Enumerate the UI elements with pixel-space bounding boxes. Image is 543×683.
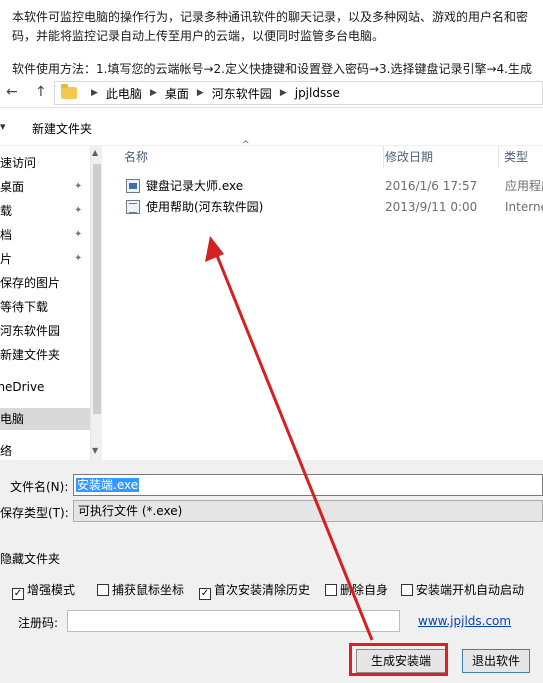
nav-list: 快速访问 桌面 ✦ 下载 ✦ 文档 ✦ 图片 ✦ 保存的图片 等待下载 河东软件园 新建… bbox=[0, 146, 90, 460]
filename-area: 文件名(N): 安装端.exe 保存类型(T): 可执行文件 (*.exe) 隐… bbox=[0, 460, 543, 578]
folder-icon bbox=[61, 84, 77, 99]
column-header-date[interactable]: 修改日期 bbox=[385, 146, 499, 168]
sidebar-item-label: 河东软件园 bbox=[0, 324, 61, 338]
address-bar: ← ↑ ▶ 此电脑 ▶ 桌面 ▶ 河东软件园 ▶ jpjldsse bbox=[0, 78, 543, 108]
checkbox-label: 删除自身 bbox=[340, 583, 389, 597]
exe-file-icon bbox=[126, 179, 140, 193]
scroll-down-icon[interactable]: ▼ bbox=[92, 446, 98, 455]
sidebar-item-this-pc[interactable]: 此电脑 bbox=[0, 408, 90, 430]
chevron-down-icon[interactable]: ▾ bbox=[0, 120, 6, 133]
filetype-select[interactable]: 可执行文件 (*.exe) bbox=[73, 500, 543, 522]
file-row[interactable]: 键盘记录大师.exe 2016/1/6 17:57 应用程序 bbox=[120, 176, 543, 196]
sidebar-item-pending-downloads[interactable]: 等待下载 bbox=[0, 296, 90, 318]
app-description: 本软件可监控电脑的操作行为，记录多种通讯软件的聊天记录，以及多种网站、游戏的用户… bbox=[0, 0, 543, 95]
sidebar-item-label: 此电脑 bbox=[0, 412, 25, 426]
breadcrumb[interactable]: ▶ 此电脑 ▶ 桌面 ▶ 河东软件园 ▶ jpjldsse bbox=[54, 81, 543, 105]
sidebar-item-label: 桌面 bbox=[0, 180, 25, 194]
file-list: ^ 名称 修改日期 类型 键盘记录大师.exe 2016/1/6 17:57 应… bbox=[102, 140, 543, 460]
checkbox-unchecked-icon bbox=[97, 584, 109, 596]
filename-label: 文件名(N): bbox=[10, 480, 69, 494]
checkbox-label: 增强模式 bbox=[27, 583, 76, 597]
file-name: 使用帮助(河东软件园) bbox=[146, 200, 264, 214]
sidebar-item-label: OneDrive bbox=[0, 380, 45, 394]
highlight-box bbox=[349, 643, 448, 676]
file-type: 应用程序 bbox=[505, 179, 543, 193]
dialog-toolbar: ▾ 新建文件夹 bbox=[0, 108, 543, 146]
sidebar-item-label: 网络 bbox=[0, 444, 13, 458]
checkbox-capture-mouse[interactable]: 捕获鼠标坐标 bbox=[97, 582, 184, 598]
sidebar-item-label: 等待下载 bbox=[0, 300, 49, 314]
sidebar-item-quick-access[interactable]: 快速访问 bbox=[0, 152, 90, 174]
chevron-right-icon: ▶ bbox=[91, 88, 98, 98]
breadcrumb-desktop[interactable]: 桌面 bbox=[165, 85, 189, 102]
chevron-right-icon: ▶ bbox=[196, 88, 204, 98]
file-date: 2013/9/11 0:00 bbox=[385, 200, 478, 214]
shortcut-file-icon bbox=[126, 200, 140, 214]
sidebar-item-label: 图片 bbox=[0, 252, 13, 266]
checkbox-clear-history[interactable]: ✓ 首次安装清除历史 bbox=[199, 582, 311, 600]
checkbox-checked-icon: ✓ bbox=[199, 588, 211, 600]
exit-button[interactable]: 退出软件 bbox=[462, 649, 530, 673]
breadcrumb-hedong[interactable]: 河东软件园 bbox=[212, 85, 272, 102]
column-header-type[interactable]: 类型 bbox=[504, 146, 543, 168]
column-header-name[interactable]: 名称 bbox=[124, 146, 384, 168]
scroll-up-icon[interactable]: ▲ bbox=[92, 148, 98, 157]
sidebar-item-desktop[interactable]: 桌面 ✦ bbox=[0, 176, 90, 198]
filetype-label: 保存类型(T): bbox=[0, 506, 69, 520]
sidebar-item-label: 快速访问 bbox=[0, 156, 37, 170]
sidebar-item-downloads[interactable]: 下载 ✦ bbox=[0, 200, 90, 222]
sidebar-item-pictures[interactable]: 图片 ✦ bbox=[0, 248, 90, 270]
chevron-right-icon: ▶ bbox=[279, 88, 287, 98]
nav-scrollbar[interactable]: ▲ ▼ bbox=[90, 146, 102, 460]
website-link[interactable]: www.jpjlds.com bbox=[418, 614, 511, 628]
filename-field[interactable]: 安装端.exe bbox=[73, 474, 543, 496]
up-arrow-icon[interactable]: ↑ bbox=[35, 84, 47, 100]
filename-value: 安装端.exe bbox=[76, 478, 140, 492]
sidebar-item-saved-pictures[interactable]: 保存的图片 bbox=[0, 272, 90, 294]
hide-folders-toggle[interactable]: 隐藏文件夹 bbox=[0, 550, 60, 567]
pin-icon: ✦ bbox=[74, 205, 83, 216]
breadcrumb-current[interactable]: jpjldsse bbox=[295, 86, 340, 100]
sidebar-item-label: 新建文件夹 bbox=[0, 348, 61, 362]
file-date: 2016/1/6 17:57 bbox=[385, 179, 478, 193]
pin-icon: ✦ bbox=[74, 229, 83, 240]
sidebar-item-network[interactable]: 网络 bbox=[0, 440, 90, 462]
sidebar-item-label: 文档 bbox=[0, 228, 13, 242]
pin-icon: ✦ bbox=[74, 253, 83, 264]
checkbox-label: 安装端开机自动启动 bbox=[416, 583, 525, 597]
sidebar-item-label: 下载 bbox=[0, 204, 13, 218]
sidebar-item-onedrive[interactable]: OneDrive bbox=[0, 376, 90, 398]
checkbox-delete-self[interactable]: 删除自身 bbox=[325, 582, 388, 598]
app-bottom-panel: ✓ 增强模式 捕获鼠标坐标 ✓ 首次安装清除历史 删除自身 安装端开机自动启动 注册… bbox=[0, 578, 543, 683]
sidebar-item-label: 保存的图片 bbox=[0, 276, 61, 290]
registration-label: 注册码: bbox=[18, 616, 59, 630]
sidebar-item-new-folder[interactable]: 新建文件夹 bbox=[0, 344, 90, 366]
file-row[interactable]: 使用帮助(河东软件园) 2013/9/11 0:00 Internet bbox=[120, 197, 543, 217]
checkbox-unchecked-icon bbox=[325, 584, 337, 596]
chevron-right-icon: ▶ bbox=[149, 88, 157, 98]
scrollbar-thumb[interactable] bbox=[93, 164, 101, 414]
back-arrow-icon[interactable]: ← bbox=[6, 84, 18, 100]
new-folder-button[interactable]: 新建文件夹 bbox=[32, 120, 92, 137]
checkbox-label: 捕获鼠标坐标 bbox=[112, 583, 185, 597]
pin-icon: ✦ bbox=[74, 181, 83, 192]
breadcrumb-this-pc[interactable]: 此电脑 bbox=[106, 85, 142, 102]
checkbox-unchecked-icon bbox=[401, 584, 413, 596]
checkbox-label: 首次安装清除历史 bbox=[214, 583, 311, 597]
sidebar-item-documents[interactable]: 文档 ✦ bbox=[0, 224, 90, 246]
checkbox-checked-icon: ✓ bbox=[12, 588, 24, 600]
registration-code-field[interactable] bbox=[67, 610, 400, 632]
app-description-line1: 本软件可监控电脑的操作行为，记录多种通讯软件的聊天记录，以及多种网站、游戏的用户… bbox=[12, 10, 529, 43]
file-type: Internet bbox=[505, 200, 543, 214]
file-name: 键盘记录大师.exe bbox=[146, 179, 244, 193]
checkbox-enhanced-mode[interactable]: ✓ 增强模式 bbox=[12, 582, 76, 600]
sidebar-item-hedong[interactable]: 河东软件园 bbox=[0, 320, 90, 342]
checkbox-autostart[interactable]: 安装端开机自动启动 bbox=[401, 582, 524, 598]
